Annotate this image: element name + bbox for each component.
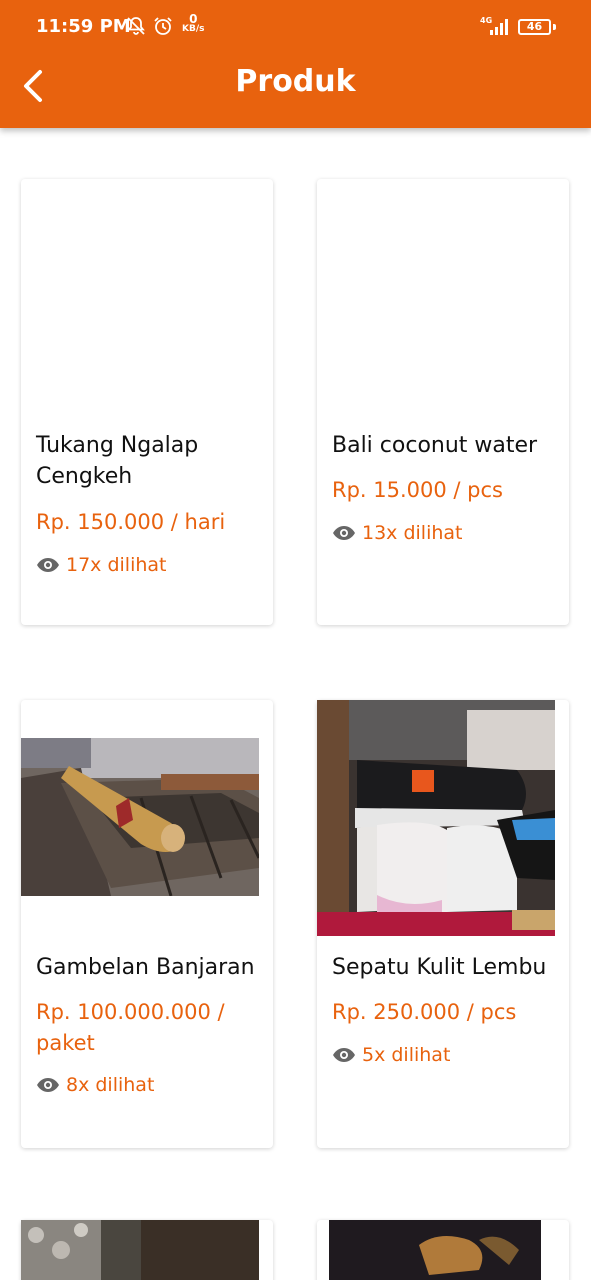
product-views: 13x dilihat xyxy=(332,522,463,544)
eye-icon xyxy=(37,558,59,572)
status-time: 11:59 PM xyxy=(36,16,131,37)
product-views: 8x dilihat xyxy=(36,1074,154,1096)
product-card[interactable] xyxy=(317,1220,569,1280)
product-name: Tukang Ngalap Cengkeh xyxy=(36,433,199,489)
eye-icon xyxy=(333,1048,355,1062)
product-image xyxy=(329,1220,541,1280)
eye-icon xyxy=(37,1078,59,1092)
product-name: Bali coconut water xyxy=(332,433,538,458)
product-views-text: 17x dilihat xyxy=(66,554,167,576)
status-bar: 11:59 PM 0 KB/s 4G 46 xyxy=(0,0,591,56)
product-views-text: 13x dilihat xyxy=(362,522,463,544)
svg-text:4G: 4G xyxy=(480,16,492,25)
notifications-off-icon xyxy=(126,16,146,40)
product-price: Rp. 100.000.000 / paket xyxy=(36,1000,225,1055)
product-image xyxy=(317,700,555,936)
product-name: Gambelan Banjaran xyxy=(36,955,255,980)
battery-icon: 46 xyxy=(518,19,551,35)
product-image xyxy=(21,1220,259,1280)
product-price: Rp. 150.000 / hari xyxy=(36,510,226,534)
product-card[interactable]: Bali coconut water Rp. 15.000 / pcs 13x … xyxy=(317,179,569,625)
product-price: Rp. 15.000 / pcs xyxy=(332,478,503,502)
app-bar: 11:59 PM 0 KB/s 4G 46 Produk xyxy=(0,0,591,128)
product-image xyxy=(21,738,259,896)
signal-icon: 4G xyxy=(480,16,512,40)
data-speed: 0 KB/s xyxy=(182,12,205,34)
product-card[interactable]: Tukang Ngalap Cengkeh Rp. 150.000 / hari… xyxy=(21,179,273,625)
product-views-text: 8x dilihat xyxy=(66,1074,155,1096)
data-speed-unit: KB/s xyxy=(182,24,205,34)
product-card[interactable]: Gambelan Banjaran Rp. 100.000.000 / pake… xyxy=(21,700,273,1148)
eye-icon xyxy=(333,526,355,540)
product-views: 17x dilihat xyxy=(36,554,167,576)
alarm-icon xyxy=(153,16,173,40)
product-price: Rp. 250.000 / pcs xyxy=(332,1000,517,1024)
product-name: Sepatu Kulit Lembu xyxy=(332,955,547,980)
battery-cap xyxy=(553,24,556,30)
product-card[interactable]: Sepatu Kulit Lembu Rp. 250.000 / pcs 5x … xyxy=(317,700,569,1148)
product-card[interactable] xyxy=(21,1220,273,1280)
data-speed-value: 0 xyxy=(189,12,198,26)
page-title: Produk xyxy=(235,64,356,99)
product-views-text: 5x dilihat xyxy=(362,1044,451,1066)
product-views: 5x dilihat xyxy=(332,1044,450,1066)
